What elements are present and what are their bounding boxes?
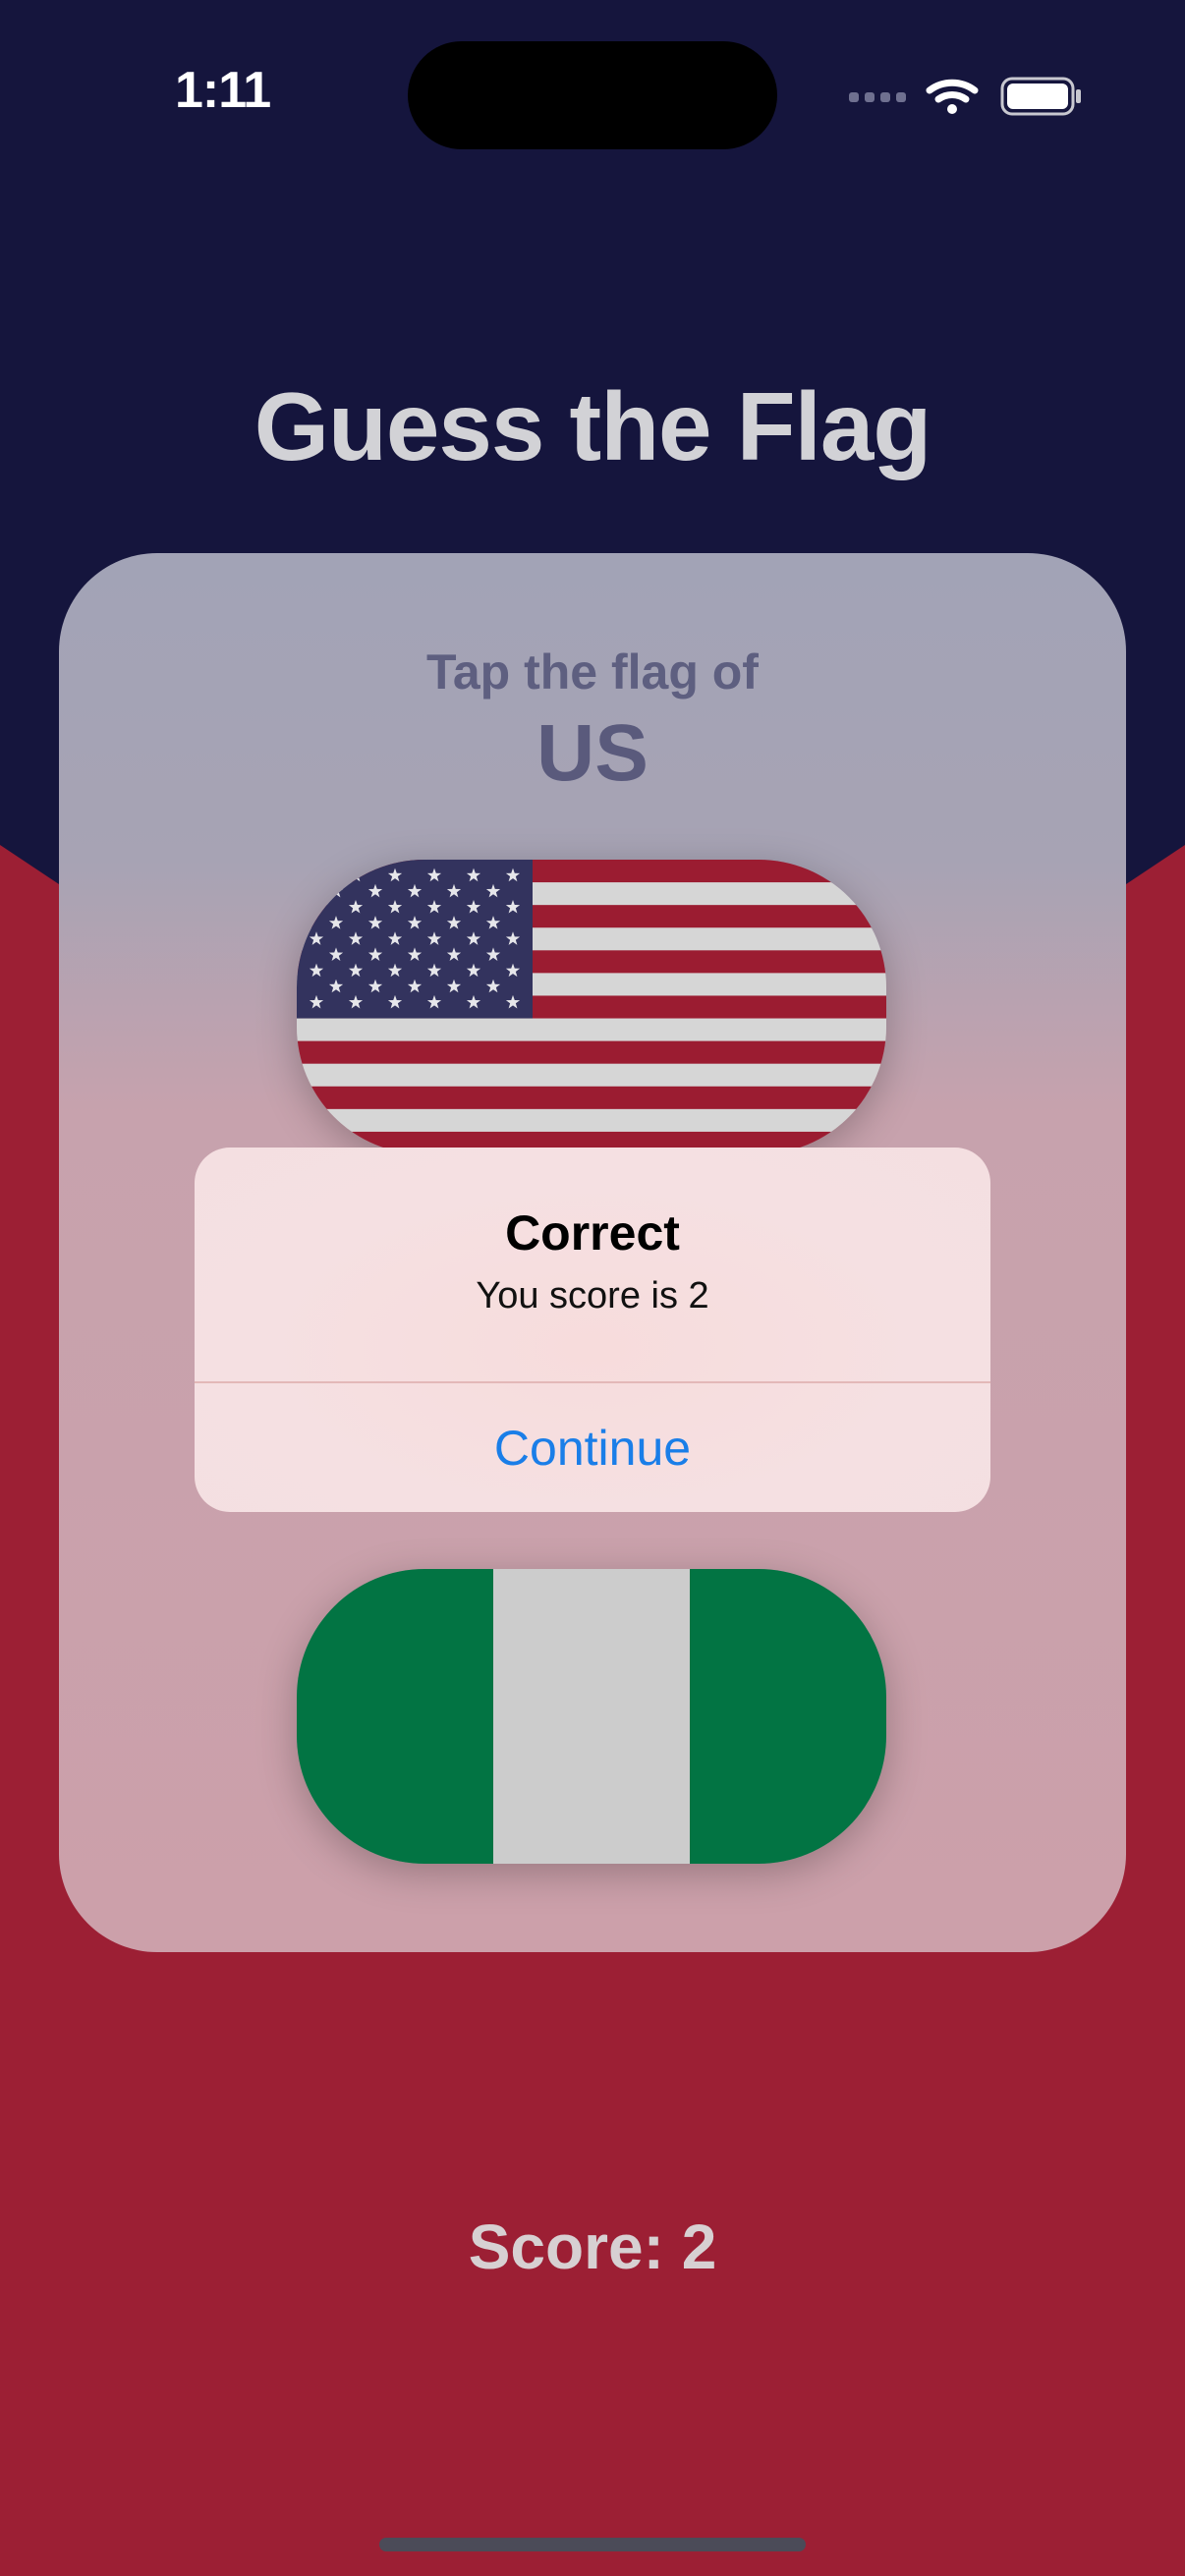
nigeria-flag-icon <box>297 1569 886 1864</box>
alert-message: You score is 2 <box>476 1275 709 1316</box>
country-name: US <box>536 708 649 798</box>
wifi-icon <box>926 79 979 114</box>
dynamic-island <box>408 41 777 149</box>
continue-button[interactable]: Continue <box>195 1383 990 1512</box>
result-alert: Correct You score is 2 Continue <box>195 1148 990 1512</box>
status-icons <box>849 77 1081 116</box>
cellular-signal-icon <box>849 92 906 102</box>
flag-button-nigeria[interactable] <box>297 1569 886 1864</box>
battery-icon <box>1000 77 1081 116</box>
us-flag-icon <box>297 860 886 1154</box>
home-indicator[interactable] <box>379 2538 806 2551</box>
page-title: Guess the Flag <box>254 372 932 480</box>
alert-title: Correct <box>505 1205 680 1260</box>
question-prompt: Tap the flag of <box>426 644 759 700</box>
score-label: Score: 2 <box>468 2212 717 2282</box>
status-time: 1:11 <box>175 62 271 119</box>
app-screen: 1:11 Guess the Flag Tap the flag of US C… <box>0 0 1185 2576</box>
flag-button-us[interactable] <box>297 860 886 1154</box>
